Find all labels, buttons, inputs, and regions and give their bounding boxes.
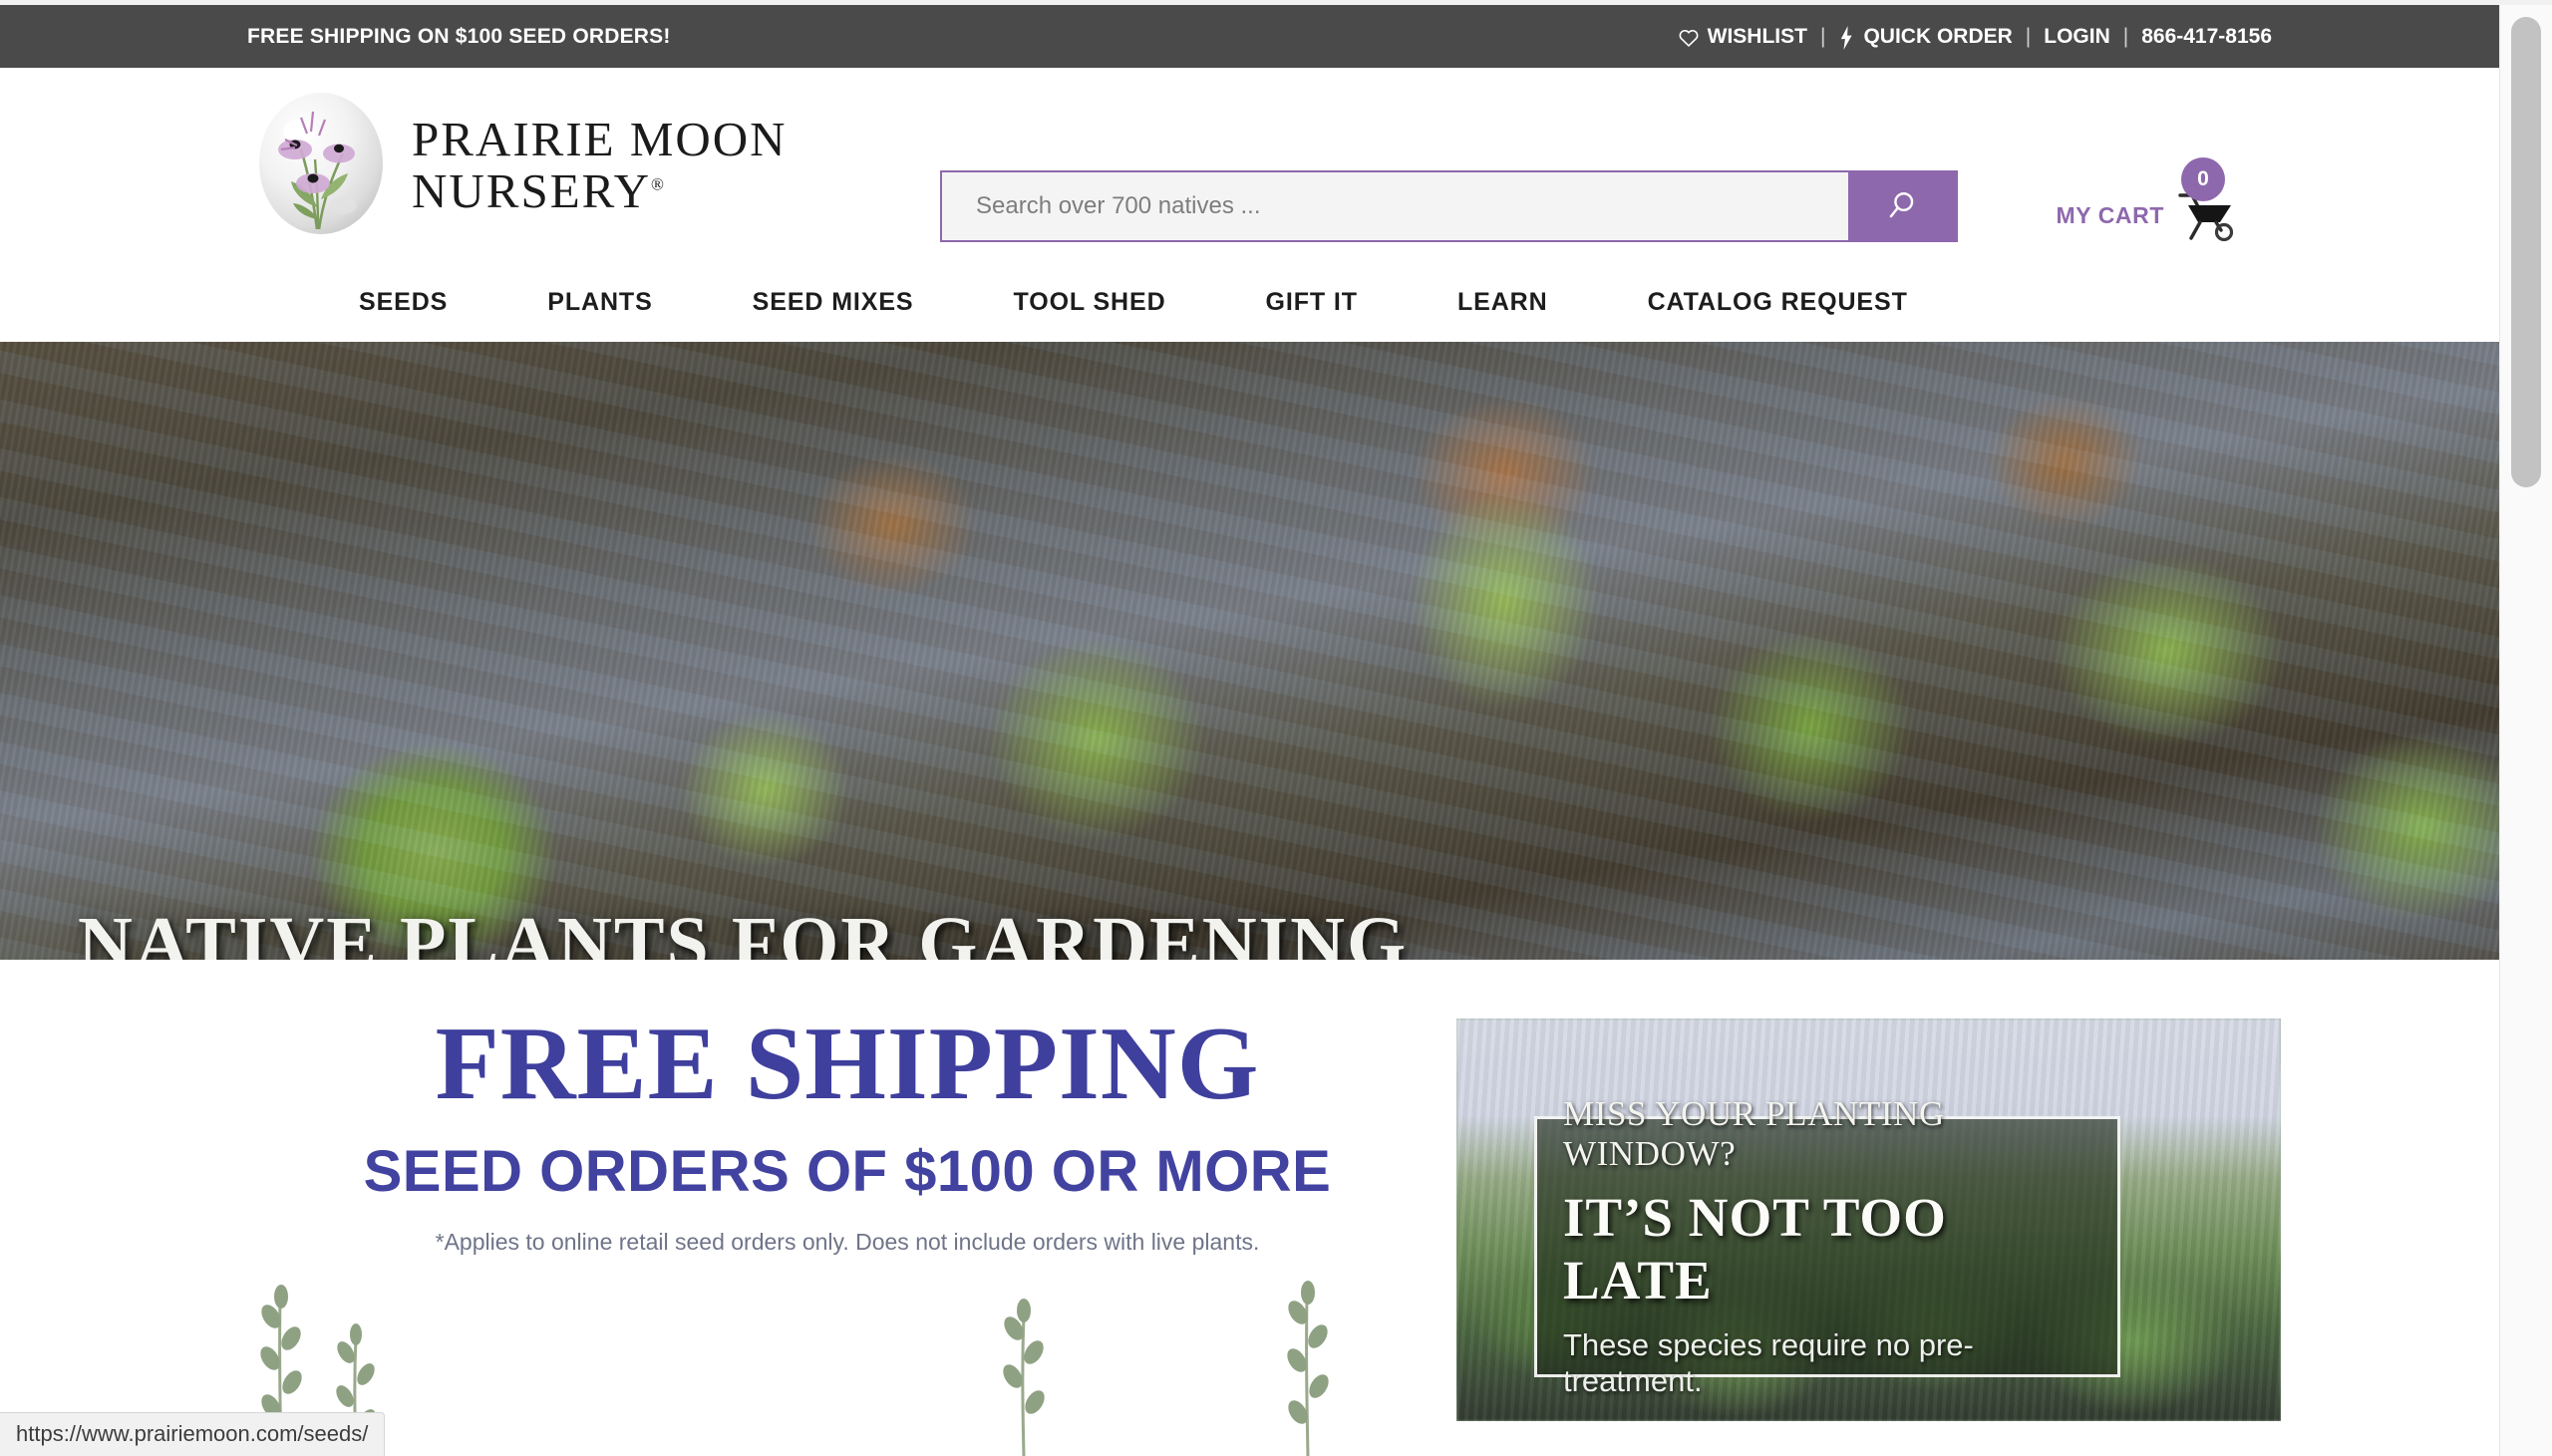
page-scrollbar[interactable] — [2499, 5, 2552, 1456]
scrollbar-thumb[interactable] — [2511, 17, 2541, 487]
search-input[interactable] — [942, 172, 1848, 240]
my-cart-link[interactable]: MY CART 0 — [2056, 157, 2238, 242]
main-navigation-items: SEEDS PLANTS SEED MIXES TOOL SHED GIFT I… — [359, 262, 1908, 342]
topbar-promo-text: FREE SHIPPING ON $100 SEED ORDERS! — [247, 24, 671, 48]
wishlist-link[interactable]: WISHLIST — [1679, 25, 1807, 49]
logo-trademark: ® — [651, 174, 666, 194]
free-shipping-promo[interactable]: FREE SHIPPING SEED ORDERS OF $100 OR MOR… — [229, 1010, 1465, 1256]
free-shipping-title: FREE SHIPPING — [435, 1005, 1260, 1121]
nav-item-seed-mixes[interactable]: SEED MIXES — [753, 288, 914, 317]
logo-wordmark: PRAIRIE MOON NURSERY® — [412, 111, 788, 218]
search-submit-button[interactable] — [1848, 172, 1956, 240]
planting-window-text-panel: MISS YOUR PLANTING WINDOW? IT’S NOT TOO … — [1534, 1094, 2120, 1398]
heart-icon — [1679, 28, 1699, 48]
nav-item-learn[interactable]: LEARN — [1457, 288, 1548, 317]
free-shipping-subtitle: SEED ORDERS OF $100 OR MORE — [363, 1139, 1332, 1205]
logo-line-2-text: NURSERY — [412, 162, 652, 218]
logo-line-2: NURSERY® — [412, 162, 788, 218]
search-icon — [1887, 190, 1917, 223]
decorative-plant-sprig — [1287, 1281, 1329, 1456]
nav-item-plants[interactable]: PLANTS — [547, 288, 652, 317]
planting-window-line-2: IT’S NOT TOO LATE — [1563, 1187, 1947, 1310]
hero-headline: NATIVE PLANTS FOR GARDENING AND RESTORAT… — [78, 902, 1409, 960]
nav-item-catalog-request[interactable]: CATALOG REQUEST — [1648, 288, 1908, 317]
utility-topbar: FREE SHIPPING ON $100 SEED ORDERS! WISHL… — [0, 5, 2499, 68]
topbar-separator-2: | — [2025, 24, 2032, 48]
wheelbarrow-cart-icon — [2172, 193, 2238, 245]
browser-viewport: FREE SHIPPING ON $100 SEED ORDERS! WISHL… — [0, 0, 2552, 1456]
browser-status-bar-url: https://www.prairiemoon.com/seeds/ — [0, 1412, 386, 1456]
cart-count-badge: 0 — [2181, 157, 2225, 201]
planting-window-line-3: These species require no pre-treatment. — [1563, 1327, 1974, 1398]
phone-number-link[interactable]: 866-417-8156 — [2141, 25, 2272, 49]
topbar-separator-3: | — [2122, 24, 2129, 48]
cart-label: MY CART — [2056, 201, 2164, 228]
wishlist-label: WISHLIST — [1707, 24, 1807, 48]
main-navigation: SEEDS PLANTS SEED MIXES TOOL SHED GIFT I… — [0, 262, 2499, 342]
site-logo-link[interactable]: PRAIRIE MOON NURSERY® — [251, 88, 788, 242]
quick-order-label: QUICK ORDER — [1863, 24, 2013, 48]
planting-window-promo-card[interactable]: MISS YOUR PLANTING WINDOW? IT’S NOT TOO … — [1456, 1019, 2281, 1421]
logo-line-1: PRAIRIE MOON — [412, 111, 788, 166]
nav-item-tool-shed[interactable]: TOOL SHED — [1014, 288, 1166, 317]
planting-window-line-1: MISS YOUR PLANTING WINDOW? — [1563, 1094, 1945, 1173]
decorative-plant-sprig — [1003, 1299, 1045, 1456]
topbar-links: WISHLIST | QUICK ORDER | LOGIN | 866-417… — [1679, 24, 2272, 50]
site-header: PRAIRIE MOON NURSERY® MY CART 0 — [0, 68, 2499, 275]
search-bar — [940, 170, 1958, 242]
hero-photo-texture — [0, 342, 2499, 960]
lightning-bolt-icon — [1838, 25, 1854, 50]
promo-section: FREE SHIPPING SEED ORDERS OF $100 OR MOR… — [0, 960, 2499, 1456]
login-link[interactable]: LOGIN — [2044, 25, 2110, 49]
topbar-separator-1: | — [1819, 24, 1826, 48]
cart-icon-container: 0 — [2172, 157, 2238, 242]
nav-item-gift-it[interactable]: GIFT IT — [1266, 288, 1358, 317]
nav-item-seeds[interactable]: SEEDS — [359, 288, 448, 317]
moon-with-coneflowers-logo — [251, 88, 396, 242]
free-shipping-fine-print: *Applies to online retail seed orders on… — [435, 1229, 1260, 1256]
quick-order-link[interactable]: QUICK ORDER — [1838, 24, 2013, 50]
hero-banner[interactable]: NATIVE PLANTS FOR GARDENING AND RESTORAT… — [0, 342, 2499, 960]
